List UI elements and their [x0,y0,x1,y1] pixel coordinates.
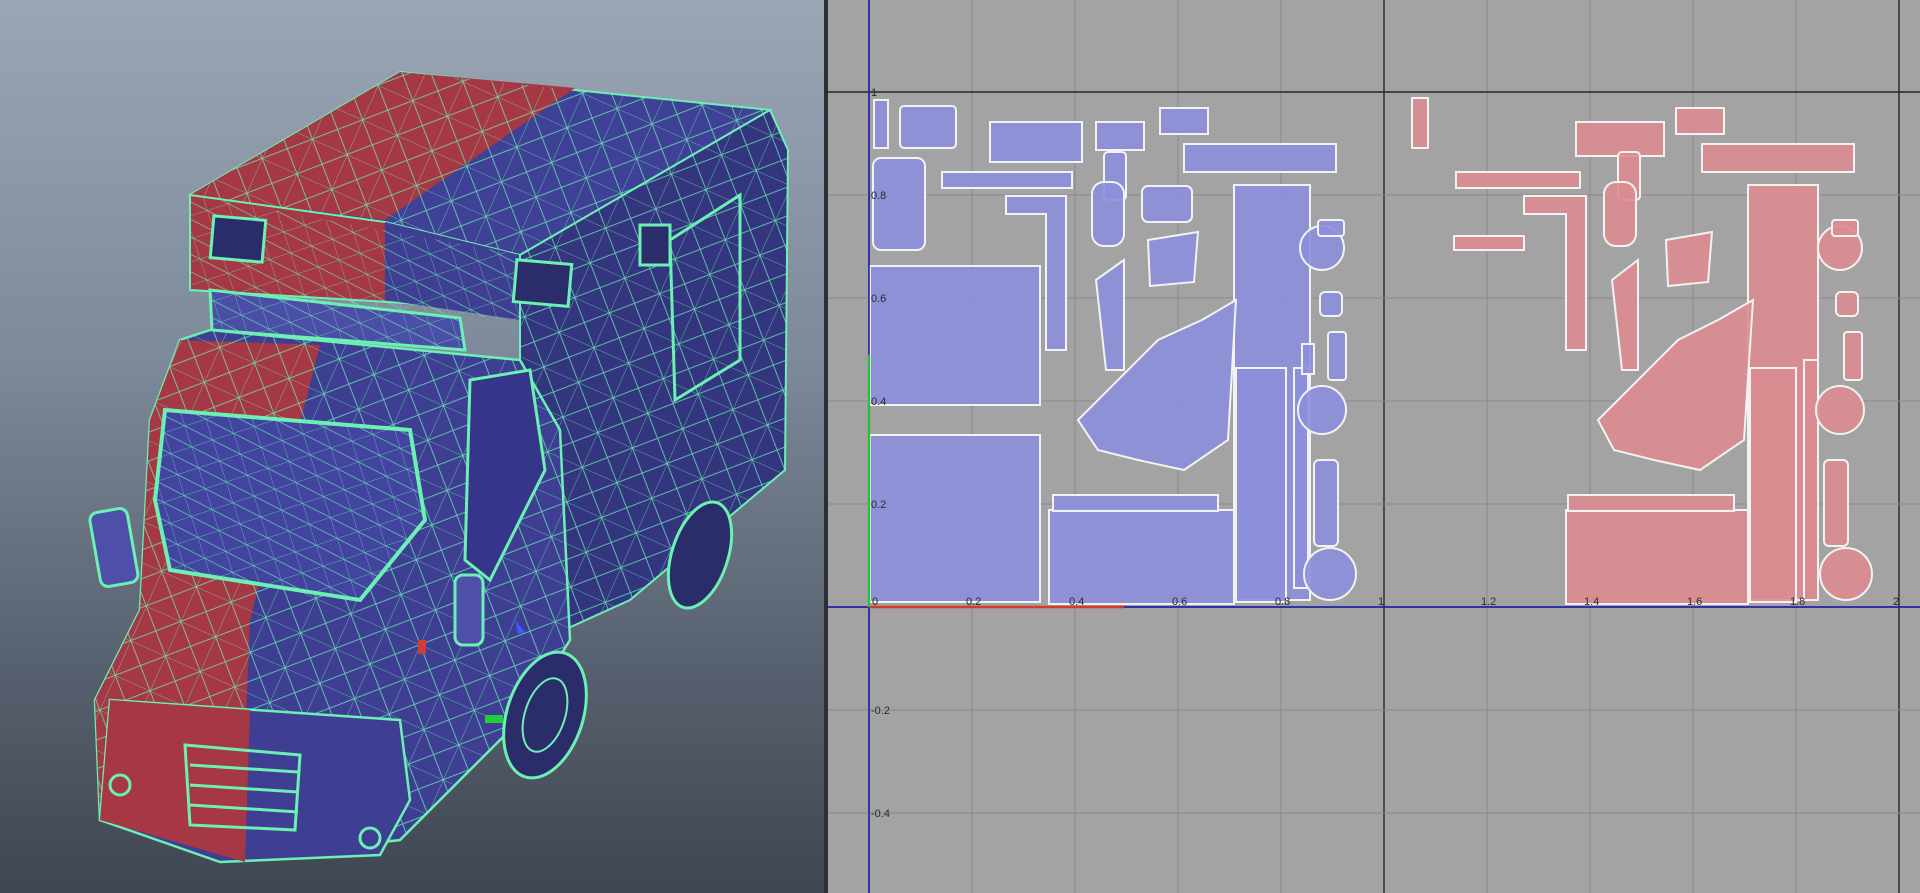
u-tick-label: 2 [1893,596,1899,608]
perspective-viewport[interactable] [0,0,824,893]
u-tick-label: 1.2 [1481,596,1496,608]
v-tick-label: -0.4 [871,808,890,820]
u-tick-label: 0.6 [1172,596,1187,608]
u-tick-label: 1.4 [1584,596,1599,608]
u-tick-label: 0.2 [966,596,981,608]
uv-shells-red[interactable] [1411,97,1873,605]
u-tick-label: 1 [1378,596,1384,608]
v-tick-label: 1 [871,87,877,99]
uv-canvas[interactable]: 0.2 0.4 0.6 0.8 1 1.2 1.4 1.6 1.8 2 1 0.8 0.6 0.4 0.2… [828,0,1920,893]
v-tick-label: 0.2 [871,499,886,511]
u-tick-label: 0.8 [1275,596,1290,608]
v-tick-label: 0.8 [871,190,886,202]
uv-shells-blue[interactable] [869,99,1357,605]
u-tick-label: 1.8 [1790,596,1805,608]
v-tick-label: 0.6 [871,293,886,305]
u-tick-label: 0.4 [1069,596,1084,608]
uv-editor-panel[interactable]: 0.2 0.4 0.6 0.8 1 1.2 1.4 1.6 1.8 2 1 0.8 0.6 0.4 0.2… [828,0,1920,893]
u-tick-label: 1.6 [1687,596,1702,608]
ambulance-model[interactable] [0,0,824,893]
v-tick-label: 0.4 [871,396,886,408]
v-tick-label: -0.2 [871,705,890,717]
origin-label: 0 [872,596,878,608]
